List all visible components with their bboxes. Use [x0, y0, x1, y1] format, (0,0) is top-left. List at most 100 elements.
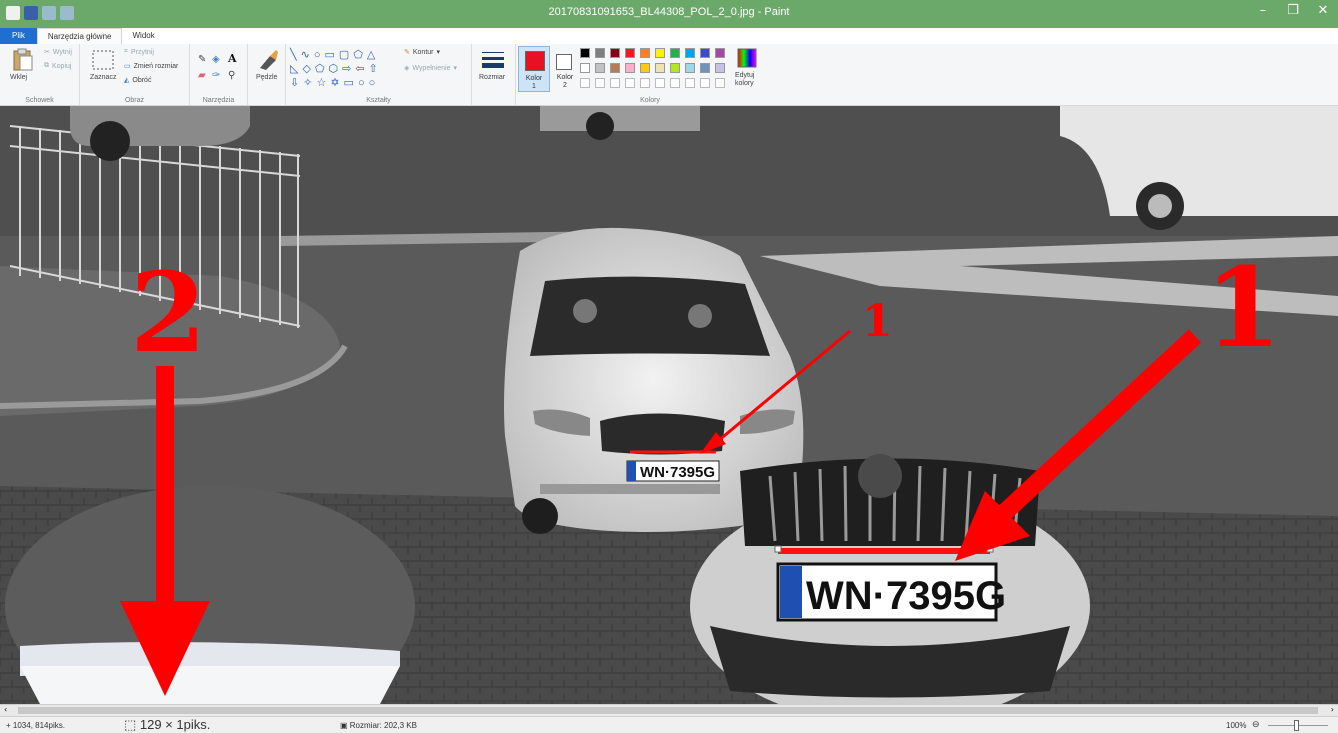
minimize-button[interactable]: – — [1254, 3, 1272, 18]
paste-icon[interactable] — [12, 48, 34, 72]
palette-swatch[interactable] — [655, 63, 665, 73]
palette-swatch[interactable] — [595, 63, 605, 73]
shapes-gallery-row3[interactable]: ⇩ ✧ ☆ ✡ ▭ ○ ○ — [290, 76, 377, 90]
text-tool-icon[interactable]: A — [228, 52, 237, 65]
color1-label: Kolor — [525, 75, 543, 82]
brushes-button[interactable]: Pędzle — [256, 74, 277, 81]
color2-button[interactable]: Kolor 2 — [552, 46, 578, 92]
curve-shape-icon[interactable]: ∿ — [301, 48, 311, 61]
resize-button[interactable]: ▭ Zmień rozmiar — [124, 62, 178, 71]
brushes-icon[interactable] — [256, 48, 280, 72]
palette-swatch-empty[interactable] — [580, 78, 590, 88]
scroll-left-icon[interactable]: ‹ — [4, 705, 7, 714]
palette-swatch-empty[interactable] — [670, 78, 680, 88]
copy-label: Kopiuj — [52, 62, 72, 70]
ribbon-tabs: Plik Narzędzia główne Widok — [0, 28, 1338, 44]
fill-bucket-icon[interactable]: ◈ — [212, 54, 220, 65]
palette-swatch-empty[interactable] — [700, 78, 710, 88]
outline-button[interactable]: ✎ Kontur ▾ — [404, 48, 440, 57]
polygon-shape-icon[interactable]: ⬠ — [353, 48, 364, 61]
palette-swatch-empty[interactable] — [715, 78, 725, 88]
edit-colors-label-2[interactable]: kolory — [735, 80, 754, 87]
shapes-gallery[interactable]: ╲ ∿ ○ ▭ ▢ ⬠ △ — [290, 48, 376, 62]
size-icon[interactable] — [482, 50, 504, 70]
cut-label: Wytnij — [52, 48, 72, 56]
color1-button[interactable]: Kolor 1 — [518, 46, 550, 92]
callout-oval-shape-icon[interactable]: ○ — [358, 77, 366, 89]
size-button[interactable]: Rozmiar — [479, 74, 505, 81]
tab-view[interactable]: Widok — [122, 28, 164, 44]
scroll-thumb[interactable] — [18, 707, 1318, 714]
palette-swatch[interactable] — [640, 48, 650, 58]
palette-swatch[interactable] — [625, 63, 635, 73]
palette-swatch[interactable] — [655, 48, 665, 58]
right-triangle-shape-icon[interactable]: ◺ — [290, 62, 299, 75]
rotate-button[interactable]: ◭ Obróć — [124, 76, 151, 85]
palette-swatch[interactable] — [715, 48, 725, 58]
tab-file[interactable]: Plik — [0, 28, 37, 44]
fill-button[interactable]: ◈ Wypełnienie ▾ — [404, 64, 457, 73]
color1-number: 1 — [532, 83, 536, 90]
zoom-out-icon[interactable]: ⊖ — [1252, 719, 1260, 730]
palette-swatch[interactable] — [610, 48, 620, 58]
palette-swatch[interactable] — [670, 48, 680, 58]
crop-button[interactable]: ⌗ Przytnij — [124, 48, 154, 56]
palette-swatch[interactable] — [640, 63, 650, 73]
down-arrow-shape-icon[interactable]: ⇩ — [290, 76, 300, 89]
tab-home[interactable]: Narzędzia główne — [36, 28, 123, 44]
magnifier-icon[interactable]: ⚲ — [228, 70, 235, 81]
zoom-slider-thumb[interactable] — [1294, 720, 1299, 731]
paste-button[interactable]: Wklej — [10, 74, 27, 81]
select-button[interactable]: Zaznacz — [90, 74, 116, 81]
up-arrow-shape-icon[interactable]: ⇧ — [369, 62, 379, 75]
palette-swatch[interactable] — [625, 48, 635, 58]
hexagon-shape-icon[interactable]: ⬡ — [329, 62, 340, 75]
rectangle-shape-icon[interactable]: ▭ — [325, 48, 336, 61]
palette-swatch-empty[interactable] — [610, 78, 620, 88]
star6-shape-icon[interactable]: ✡ — [330, 76, 340, 89]
callout-rect-shape-icon[interactable]: ▭ — [344, 76, 355, 89]
restore-button[interactable]: ❐ — [1284, 3, 1302, 18]
palette-swatch[interactable] — [700, 48, 710, 58]
palette-swatch[interactable] — [610, 63, 620, 73]
star4-shape-icon[interactable]: ✧ — [303, 76, 313, 89]
oval-shape-icon[interactable]: ○ — [314, 49, 322, 61]
horizontal-scrollbar[interactable]: ‹ › — [0, 704, 1338, 716]
star5-shape-icon[interactable]: ☆ — [316, 76, 327, 89]
edit-colors-label[interactable]: Edytuj — [735, 72, 754, 79]
palette-swatch[interactable] — [670, 63, 680, 73]
palette-swatch[interactable] — [685, 48, 695, 58]
palette-swatch[interactable] — [595, 48, 605, 58]
shapes-gallery-row2[interactable]: ◺ ◇ ⬠ ⬡ ⇨ ⇦ ⇧ — [290, 62, 379, 75]
triangle-shape-icon[interactable]: △ — [367, 48, 376, 61]
scroll-right-icon[interactable]: › — [1331, 705, 1334, 714]
palette-swatch-empty[interactable] — [655, 78, 665, 88]
palette-swatch[interactable] — [580, 48, 590, 58]
copy-button[interactable]: ⧉ Kopiuj — [44, 62, 71, 70]
line-shape-icon[interactable]: ╲ — [290, 48, 298, 61]
callout-cloud-shape-icon[interactable]: ○ — [369, 77, 377, 89]
rounded-rect-shape-icon[interactable]: ▢ — [339, 48, 350, 61]
close-button[interactable]: ✕ — [1314, 3, 1332, 18]
palette-swatch[interactable] — [715, 63, 725, 73]
pentagon-shape-icon[interactable]: ⬠ — [315, 62, 326, 75]
pencil-icon[interactable]: ✎ — [198, 54, 206, 65]
group-colors: Kolor 1 Kolor 2 Edytuj kolory Kolory — [516, 44, 764, 106]
palette-swatch-empty[interactable] — [625, 78, 635, 88]
palette-swatch-empty[interactable] — [640, 78, 650, 88]
palette-swatch[interactable] — [700, 63, 710, 73]
group-tools: ✎ ◈ A ▰ ✑ ⚲ Narzędzia — [190, 44, 248, 106]
right-arrow-shape-icon[interactable]: ⇨ — [342, 62, 352, 75]
edit-colors-icon[interactable] — [737, 48, 757, 68]
palette-swatch-empty[interactable] — [595, 78, 605, 88]
select-icon[interactable] — [92, 50, 114, 70]
palette-swatch-empty[interactable] — [685, 78, 695, 88]
drawing-canvas[interactable]: WN·7395G WN·7395G 1 1 2 — [0, 106, 1338, 704]
color-picker-icon[interactable]: ✑ — [212, 70, 220, 81]
left-arrow-shape-icon[interactable]: ⇦ — [355, 62, 365, 75]
palette-swatch[interactable] — [685, 63, 695, 73]
diamond-shape-icon[interactable]: ◇ — [302, 62, 311, 75]
palette-swatch[interactable] — [580, 63, 590, 73]
eraser-icon[interactable]: ▰ — [198, 70, 206, 81]
cut-button[interactable]: ✂ Wytnij — [44, 48, 72, 57]
